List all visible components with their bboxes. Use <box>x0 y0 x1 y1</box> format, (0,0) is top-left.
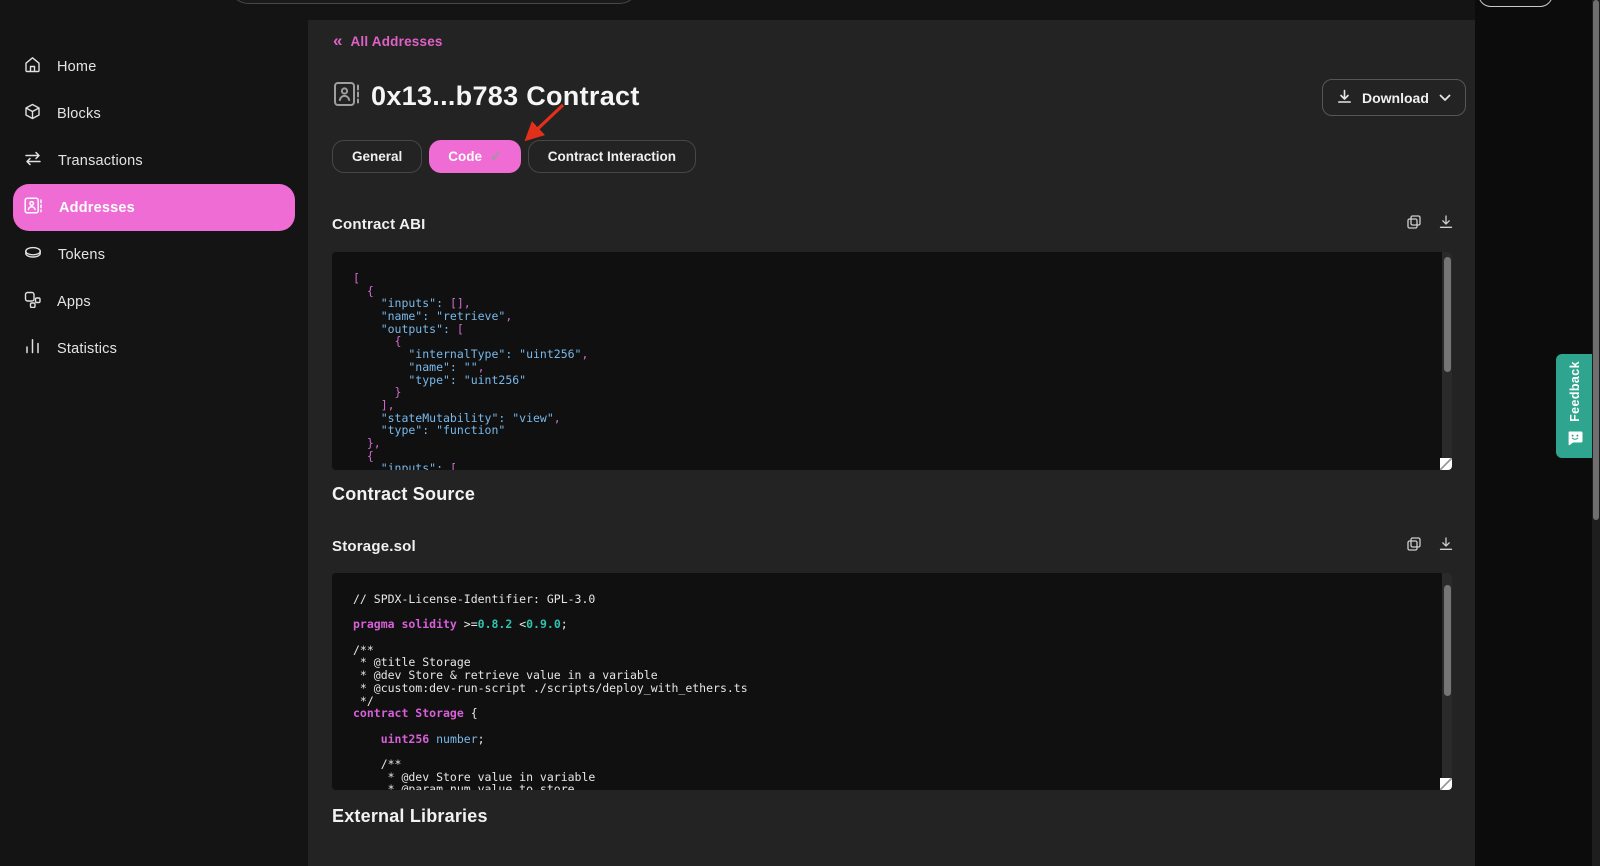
apps-grid-icon <box>24 291 41 313</box>
coin-icon <box>24 245 42 265</box>
tabs: General Code ✓ Contract Interaction <box>332 140 696 173</box>
external-libraries-heading: External Libraries <box>332 806 488 827</box>
search-input[interactable] <box>228 0 640 4</box>
title-row: 0x13...b783 Contract <box>333 81 640 112</box>
abi-scrollbar[interactable] <box>1442 252 1452 470</box>
tab-general[interactable]: General <box>332 140 422 173</box>
file-section-title: Storage.sol <box>332 538 416 555</box>
sidebar-item-label: Addresses <box>59 200 135 216</box>
abi-code-block[interactable]: [ { "inputs": [], "name": "retrieve", "o… <box>332 252 1452 470</box>
sidebar-item-addresses[interactable]: Addresses <box>13 184 295 231</box>
topright-button[interactable] <box>1478 0 1553 7</box>
sidebar-item-label: Transactions <box>58 153 143 169</box>
double-chevron-left-icon: « <box>333 33 342 49</box>
sidebar-item-label: Statistics <box>57 341 117 357</box>
contact-card-icon <box>333 81 360 112</box>
check-icon: ✓ <box>490 148 502 165</box>
abi-section-title: Contract ABI <box>332 216 426 233</box>
sidebar-item-transactions[interactable]: Transactions <box>13 137 295 184</box>
sidebar-item-label: Tokens <box>58 247 105 263</box>
feedback-button[interactable]: Feedback <box>1556 354 1594 458</box>
source-code: // SPDX-License-Identifier: GPL-3.0 prag… <box>332 573 1452 790</box>
page-scrollbar-thumb[interactable] <box>1593 0 1599 520</box>
page-title: 0x13...b783 Contract <box>371 81 640 112</box>
main-panel: « All Addresses 0x13...b783 Contract Dow… <box>308 20 1475 866</box>
tab-label: Code <box>448 149 482 164</box>
download-icon[interactable] <box>1439 215 1453 234</box>
breadcrumb-label: All Addresses <box>350 34 442 49</box>
contract-source-heading: Contract Source <box>332 484 475 505</box>
swap-arrows-icon <box>24 151 42 171</box>
page-scrollbar[interactable] <box>1592 0 1600 866</box>
chevron-down-icon <box>1439 90 1451 105</box>
feedback-label: Feedback <box>1568 361 1582 422</box>
sidebar-item-home[interactable]: Home <box>13 43 295 90</box>
copy-icon[interactable] <box>1407 537 1421 556</box>
source-resize-grip[interactable] <box>1440 778 1452 790</box>
abi-scrollbar-thumb[interactable] <box>1444 257 1451 372</box>
bar-chart-icon <box>24 338 41 359</box>
tab-label: General <box>352 149 402 164</box>
tab-contract-interaction[interactable]: Contract Interaction <box>528 140 696 173</box>
file-section-header: Storage.sol <box>332 537 1453 556</box>
abi-section-header: Contract ABI <box>332 215 1453 234</box>
sidebar-item-label: Home <box>57 59 96 75</box>
sidebar-item-label: Blocks <box>57 106 101 122</box>
contact-card-icon <box>24 197 43 219</box>
tab-label: Contract Interaction <box>548 149 676 164</box>
source-scrollbar[interactable] <box>1442 573 1452 790</box>
download-icon <box>1337 89 1352 107</box>
sidebar-item-apps[interactable]: Apps <box>13 278 295 325</box>
sidebar-item-tokens[interactable]: Tokens <box>13 231 295 278</box>
sidebar: Home Blocks Transactions Addresses Token… <box>0 43 308 372</box>
download-label: Download <box>1362 90 1429 106</box>
abi-code: [ { "inputs": [], "name": "retrieve", "o… <box>332 252 1452 470</box>
download-icon[interactable] <box>1439 537 1453 556</box>
abi-resize-grip[interactable] <box>1440 458 1452 470</box>
sidebar-item-statistics[interactable]: Statistics <box>13 325 295 372</box>
feedback-chat-icon <box>1567 430 1583 451</box>
tab-code[interactable]: Code ✓ <box>429 140 520 173</box>
download-button[interactable]: Download <box>1322 79 1466 116</box>
sidebar-item-blocks[interactable]: Blocks <box>13 90 295 137</box>
source-code-block[interactable]: // SPDX-License-Identifier: GPL-3.0 prag… <box>332 573 1452 790</box>
source-scrollbar-thumb[interactable] <box>1444 585 1451 696</box>
breadcrumb[interactable]: « All Addresses <box>333 33 443 49</box>
copy-icon[interactable] <box>1407 215 1421 234</box>
sidebar-item-label: Apps <box>57 294 91 310</box>
home-icon <box>24 56 41 78</box>
cube-icon <box>24 103 41 125</box>
